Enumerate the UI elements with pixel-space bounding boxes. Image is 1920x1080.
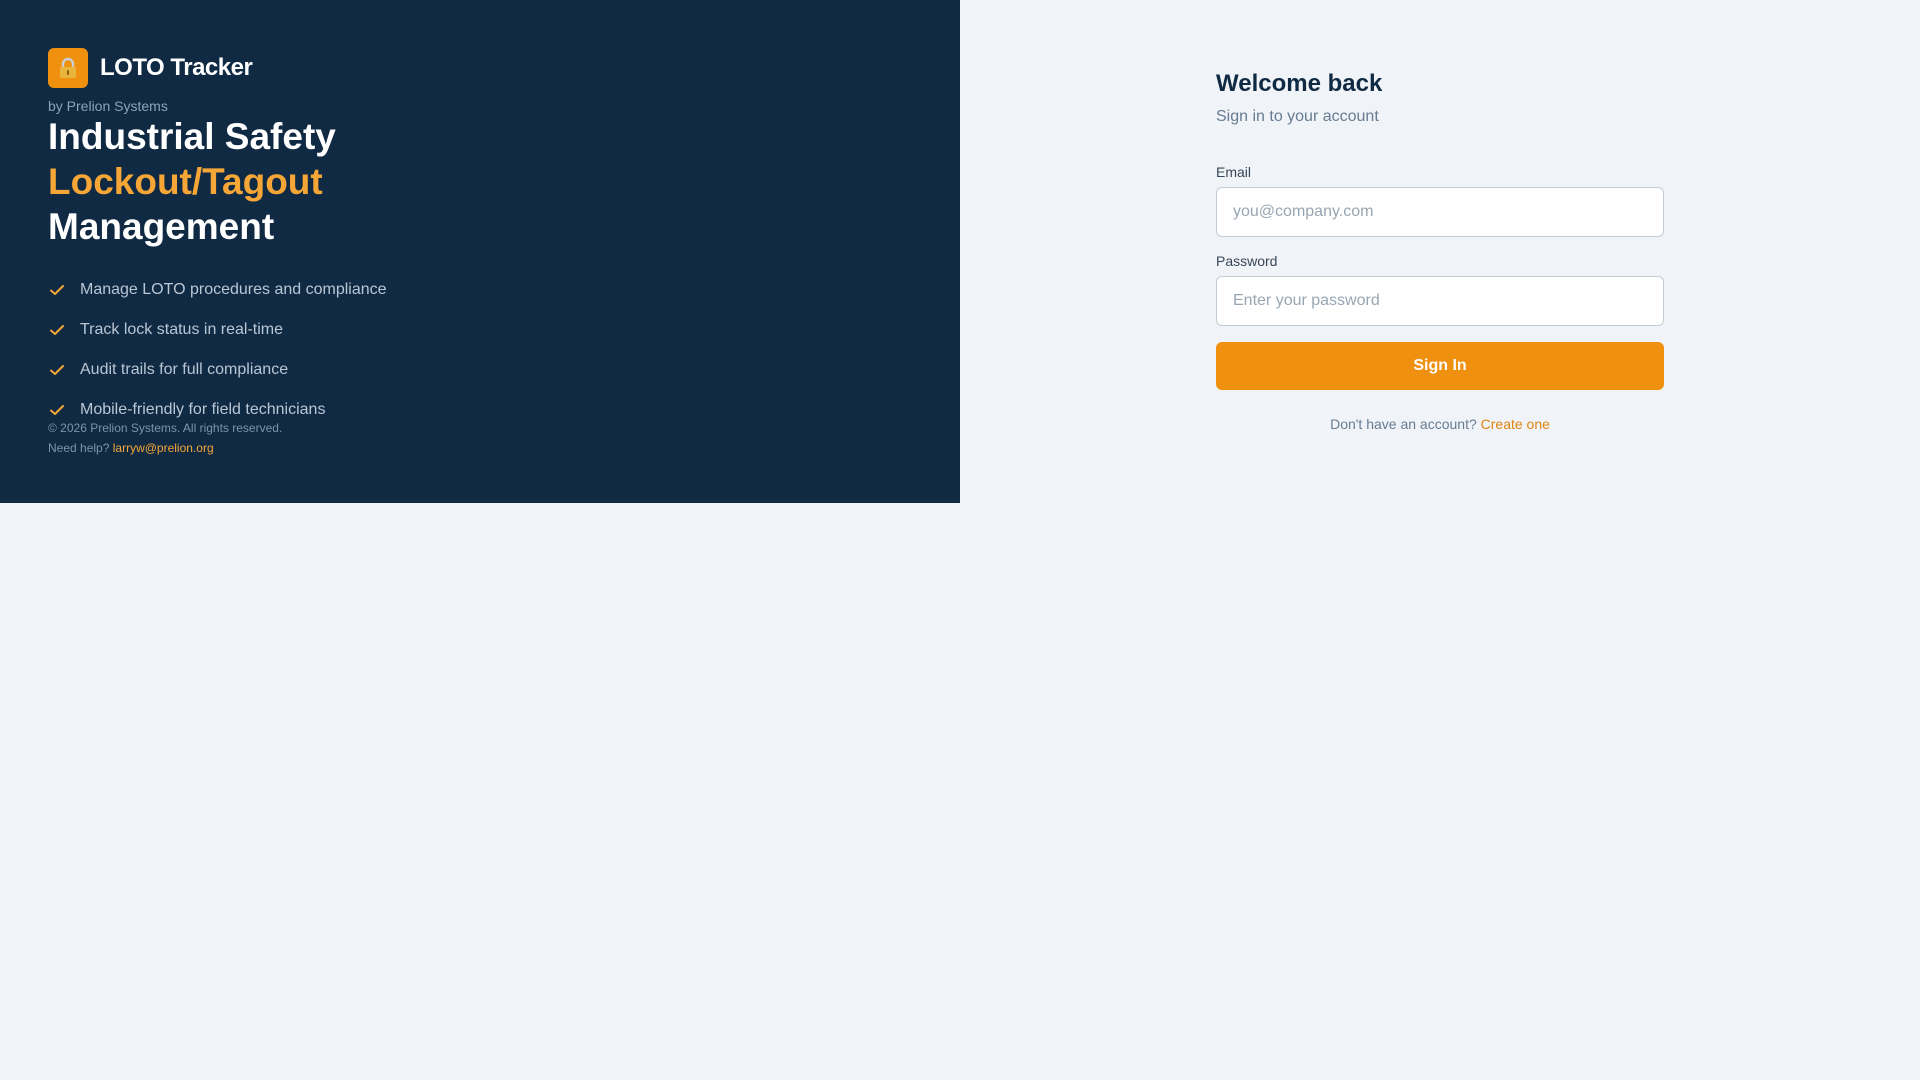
- password-label: Password: [1216, 253, 1278, 269]
- sign-in-button[interactable]: Sign In: [1216, 342, 1664, 390]
- feature-text: Manage LOTO procedures and compliance: [80, 281, 387, 298]
- help-prefix: Need help?: [48, 441, 110, 455]
- hero-headline: Industrial Safety Lockout/Tagout Managem…: [48, 114, 336, 249]
- byline: by Prelion Systems: [48, 98, 168, 114]
- feature-text: Track lock status in real-time: [80, 321, 284, 338]
- check-icon: [50, 405, 64, 415]
- signup-prompt: Don't have an account?: [1330, 416, 1477, 432]
- check-icon: [50, 365, 64, 375]
- email-field-group: Email: [1216, 164, 1664, 237]
- brand-panel: LOTO Tracker by Prelion Systems Industri…: [0, 0, 960, 503]
- login-page: LOTO Tracker by Prelion Systems Industri…: [0, 0, 1920, 1080]
- signup-row: Don't have an account? Create one: [1216, 416, 1664, 432]
- feature-text: Audit trails for full compliance: [80, 361, 289, 378]
- feature-item: Track lock status in real-time: [48, 310, 387, 350]
- logo-row: LOTO Tracker: [48, 48, 253, 88]
- create-account-link[interactable]: Create one: [1481, 416, 1550, 432]
- password-field-group: Password: [1216, 253, 1664, 326]
- check-icon: [50, 285, 64, 295]
- help-email-link[interactable]: larryw@prelion.org: [113, 441, 214, 455]
- help-line: Need help? larryw@prelion.org: [48, 438, 282, 458]
- headline-line-3: Management: [48, 206, 275, 247]
- signin-title: Welcome back: [1216, 70, 1383, 97]
- lock-icon: [48, 48, 88, 88]
- headline-line-2: Lockout/Tagout: [48, 161, 323, 202]
- feature-item: Manage LOTO procedures and compliance: [48, 270, 387, 310]
- headline-line-1: Industrial Safety: [48, 116, 336, 157]
- email-field[interactable]: [1216, 187, 1664, 237]
- signin-subtitle: Sign in to your account: [1216, 108, 1379, 125]
- copyright: © 2026 Prelion Systems. All rights reser…: [48, 421, 283, 435]
- feature-list: Manage LOTO procedures and compliance Tr…: [48, 270, 387, 430]
- feature-item: Audit trails for full compliance: [48, 350, 387, 390]
- app-name: LOTO Tracker: [100, 54, 253, 81]
- feature-text: Mobile-friendly for field technicians: [80, 401, 326, 418]
- signin-form: Welcome back Sign in to your account Ema…: [1216, 70, 1664, 432]
- email-label: Email: [1216, 164, 1252, 180]
- footer: © 2026 Prelion Systems. All rights reser…: [48, 418, 282, 458]
- password-field[interactable]: [1216, 276, 1664, 326]
- check-icon: [50, 325, 64, 335]
